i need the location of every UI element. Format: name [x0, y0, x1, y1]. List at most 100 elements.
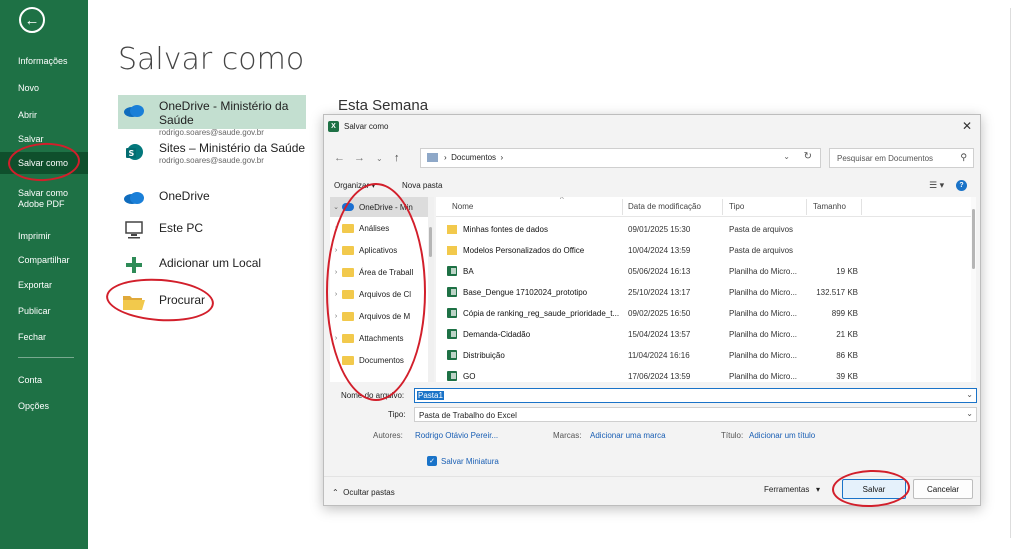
location-procurar[interactable]: Procurar	[118, 290, 306, 314]
title-link[interactable]: Adicionar um título	[749, 431, 815, 440]
folder-icon	[342, 311, 354, 321]
menu-fechar[interactable]: Fechar	[0, 332, 88, 343]
location-adicionar-local[interactable]: Adicionar um Local	[118, 253, 306, 277]
hide-folders-button[interactable]: ⌃ Ocultar pastas	[332, 488, 395, 497]
menu-opcoes[interactable]: Opções	[0, 401, 88, 412]
new-folder-button[interactable]: Nova pasta	[402, 181, 442, 190]
menu-conta[interactable]: Conta	[0, 375, 88, 386]
file-name: Cópia de ranking_reg_saude_prioridade_t.…	[463, 309, 620, 318]
file-list: ^ Nome Data de modificação Tipo Tamanho …	[436, 197, 976, 382]
file-row[interactable]: Cópia de ranking_reg_saude_prioridade_t.…	[436, 303, 966, 324]
excel-icon	[447, 287, 457, 297]
file-row[interactable]: BA 05/06/2024 16:13 Planilha do Micro...…	[436, 261, 966, 282]
vertical-divider	[1010, 8, 1011, 538]
tags-link[interactable]: Adicionar uma marca	[590, 431, 666, 440]
column-size[interactable]: Tamanho	[813, 202, 846, 211]
save-thumbnail-checkbox[interactable]: ✓	[427, 456, 437, 466]
authors-label: Autores:	[373, 431, 403, 440]
search-input[interactable]: Pesquisar em Documentos ⚲	[829, 148, 974, 168]
organize-button[interactable]: Organizar ▾	[334, 181, 375, 190]
scrollbar-thumb[interactable]	[972, 209, 975, 269]
filename-input[interactable]: Pasta1 ⌄	[414, 388, 977, 403]
excel-icon	[447, 371, 457, 381]
chevron-down-icon[interactable]: ⌄	[783, 152, 790, 161]
cancel-button[interactable]: Cancelar	[913, 479, 973, 499]
chevron-right-icon[interactable]: ›	[330, 335, 342, 342]
tree-item-onedrive[interactable]: ⌄ OneDrive - Min	[330, 197, 428, 217]
column-date[interactable]: Data de modificação	[628, 202, 701, 211]
location-este-pc[interactable]: Este PC	[118, 218, 306, 242]
excel-icon	[447, 350, 457, 360]
menu-salvar[interactable]: Salvar	[0, 134, 88, 145]
file-row[interactable]: Distribuição 11/04/2024 16:16 Planilha d…	[436, 345, 966, 366]
onedrive-icon	[122, 99, 146, 123]
tree-label: Aplicativos	[359, 245, 398, 255]
tools-button[interactable]: Ferramentas ▾	[764, 485, 820, 494]
file-name: BA	[463, 267, 474, 276]
save-thumbnail-label[interactable]: Salvar Miniatura	[441, 457, 499, 466]
chevron-down-icon[interactable]: ⌄	[330, 203, 342, 211]
file-size: 86 KB	[836, 351, 858, 360]
recent-locations-icon[interactable]: ⌄	[376, 154, 383, 163]
search-placeholder: Pesquisar em Documentos	[837, 154, 934, 163]
tree-item-area-de-trabalho[interactable]: › Área de Traball	[330, 262, 428, 282]
location-onedrive-ministerio[interactable]: OneDrive - Ministério da Saúde rodrigo.s…	[118, 95, 306, 137]
forward-icon[interactable]: →	[354, 152, 365, 164]
menu-exportar[interactable]: Exportar	[0, 280, 88, 291]
menu-publicar[interactable]: Publicar	[0, 306, 88, 317]
column-type[interactable]: Tipo	[729, 202, 744, 211]
location-name: Procurar	[159, 293, 206, 307]
view-options-icon[interactable]: ☰ ▾	[929, 180, 944, 191]
refresh-icon[interactable]: ↻	[804, 151, 812, 162]
chevron-right-icon[interactable]: ›	[330, 269, 342, 276]
hide-folders-label: Ocultar pastas	[343, 488, 395, 497]
file-date: 17/06/2024 13:59	[628, 372, 691, 381]
file-row[interactable]: Base_Dengue 17102024_prototipo 25/10/202…	[436, 282, 966, 303]
file-size: 39 KB	[836, 372, 858, 381]
menu-informacoes[interactable]: Informações	[0, 56, 88, 67]
tree-item-arquivos-m[interactable]: › Arquivos de M	[330, 306, 428, 326]
menu-salvar-como[interactable]: Salvar como	[0, 152, 88, 174]
folder-icon	[342, 333, 354, 343]
authors-link[interactable]: Rodrigo Otávio Pereir...	[415, 431, 498, 440]
chevron-down-icon[interactable]: ⌄	[966, 409, 973, 418]
tree-scrollbar[interactable]	[428, 197, 434, 382]
chevron-right-icon[interactable]: ›	[330, 291, 342, 298]
folder-icon	[342, 267, 354, 277]
chevron-right-icon[interactable]: ›	[330, 225, 342, 232]
menu-salvar-como-adobe-pdf[interactable]: Salvar como Adobe PDF	[0, 188, 70, 210]
chevron-down-icon[interactable]: ⌄	[966, 390, 973, 399]
tree-item-aplicativos[interactable]: › Aplicativos	[330, 240, 428, 260]
menu-novo[interactable]: Novo	[0, 83, 88, 94]
chevron-right-icon[interactable]: ›	[330, 313, 342, 320]
back-arrow-icon[interactable]: ←	[19, 7, 45, 33]
tree-item-arquivos-cl[interactable]: › Arquivos de Cl	[330, 284, 428, 304]
dialog-title: Salvar como	[344, 122, 389, 131]
location-sites-ministerio[interactable]: S Sites – Ministério da Saúde rodrigo.so…	[118, 141, 306, 165]
up-arrow-icon[interactable]: ↑	[394, 152, 400, 164]
help-icon[interactable]: ?	[956, 180, 967, 191]
tree-item-documentos[interactable]: Documentos	[330, 350, 428, 370]
menu-imprimir[interactable]: Imprimir	[0, 231, 88, 242]
file-type-value: Pasta de Trabalho do Excel	[419, 411, 517, 420]
file-list-scrollbar[interactable]	[971, 197, 976, 382]
file-row[interactable]: GO 17/06/2024 13:59 Planilha do Micro...…	[436, 366, 966, 382]
menu-compartilhar[interactable]: Compartilhar	[0, 255, 88, 266]
chevron-right-icon[interactable]: ›	[330, 247, 342, 254]
file-date: 25/10/2024 13:17	[628, 288, 691, 297]
back-icon[interactable]: ←	[334, 152, 345, 164]
location-onedrive[interactable]: OneDrive	[118, 186, 306, 210]
file-row[interactable]: Demanda-Cidadão 15/04/2024 13:57 Planilh…	[436, 324, 966, 345]
save-button[interactable]: Salvar	[842, 479, 906, 499]
tree-item-analises[interactable]: › Análises	[330, 218, 428, 238]
file-row[interactable]: Modelos Personalizados do Office 10/04/2…	[436, 240, 966, 261]
file-name: Minhas fontes de dados	[463, 225, 548, 234]
address-bar[interactable]: › Documentos › ⌄ ↻	[420, 148, 821, 168]
file-row[interactable]: Minhas fontes de dados 09/01/2025 15:30 …	[436, 219, 966, 240]
column-name[interactable]: Nome	[452, 202, 473, 211]
file-type-select[interactable]: Pasta de Trabalho do Excel ⌄	[414, 407, 977, 422]
scrollbar-thumb[interactable]	[429, 227, 432, 257]
tree-item-attachments[interactable]: › Attachments	[330, 328, 428, 348]
menu-abrir[interactable]: Abrir	[0, 110, 88, 121]
close-icon[interactable]: ✕	[962, 119, 972, 133]
